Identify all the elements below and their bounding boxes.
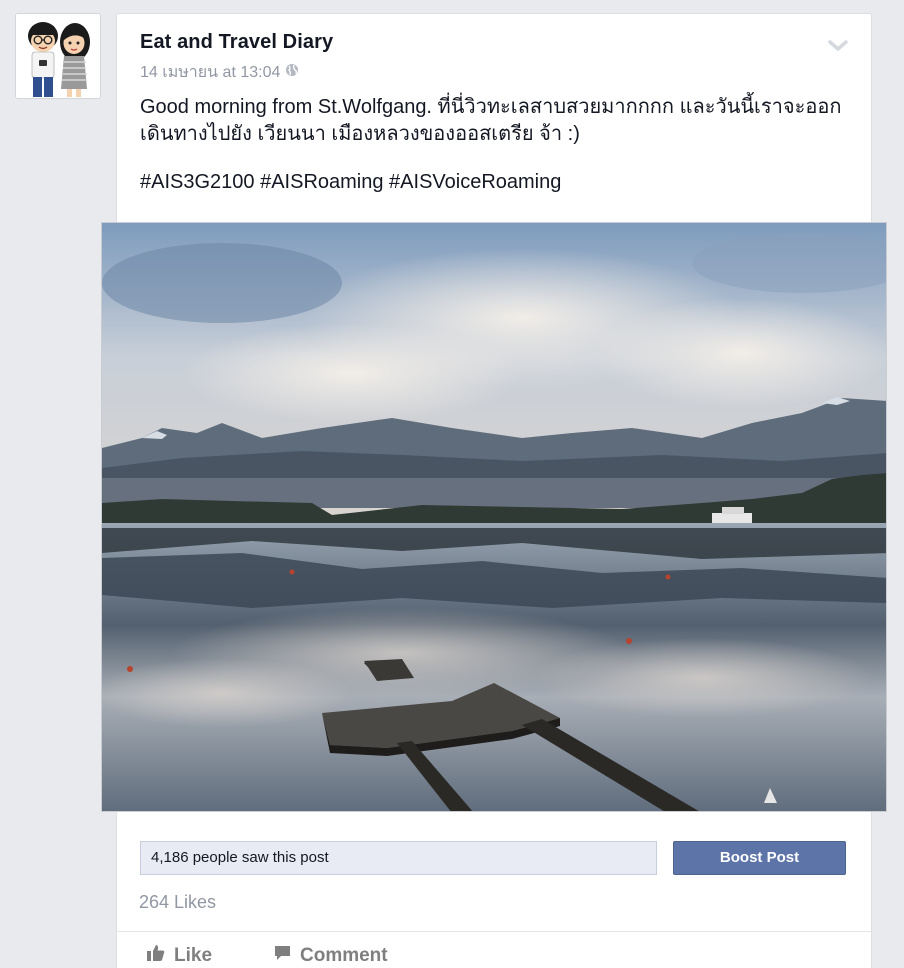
actions-divider	[117, 931, 871, 932]
boost-post-button[interactable]: Boost Post	[673, 841, 846, 875]
like-label: Like	[174, 944, 213, 966]
post-hashtags[interactable]: #AIS3G2100 #AISRoaming #AISVoiceRoaming	[140, 169, 850, 196]
avatar-illustration	[16, 14, 100, 98]
post-message-line: Good morning from St.Wolfgang. ที่นี่วิว…	[140, 96, 842, 145]
like-button[interactable]: Like	[146, 944, 212, 967]
post-message: Good morning from St.Wolfgang. ที่นี่วิว…	[140, 94, 850, 196]
page: Eat and Travel Diary 14 เมษายน at 13:04 …	[0, 0, 904, 968]
post-timestamp[interactable]: 14 เมษายน at 13:04	[140, 60, 280, 85]
thumbs-up-icon	[146, 944, 165, 967]
chevron-down-icon[interactable]	[828, 38, 848, 54]
reach-box[interactable]: 4,186 people saw this post	[140, 841, 657, 875]
post-photo[interactable]	[101, 222, 887, 812]
likes-count[interactable]: 264 Likes	[139, 892, 216, 913]
globe-icon[interactable]	[285, 63, 299, 82]
comment-bubble-icon	[274, 944, 291, 967]
post-meta: 14 เมษายน at 13:04	[140, 60, 299, 85]
comment-button[interactable]: Comment	[274, 944, 388, 967]
page-avatar[interactable]	[15, 13, 101, 99]
lake-landscape-photo	[102, 223, 886, 811]
post-author[interactable]: Eat and Travel Diary	[140, 31, 333, 54]
comment-label: Comment	[300, 944, 388, 966]
